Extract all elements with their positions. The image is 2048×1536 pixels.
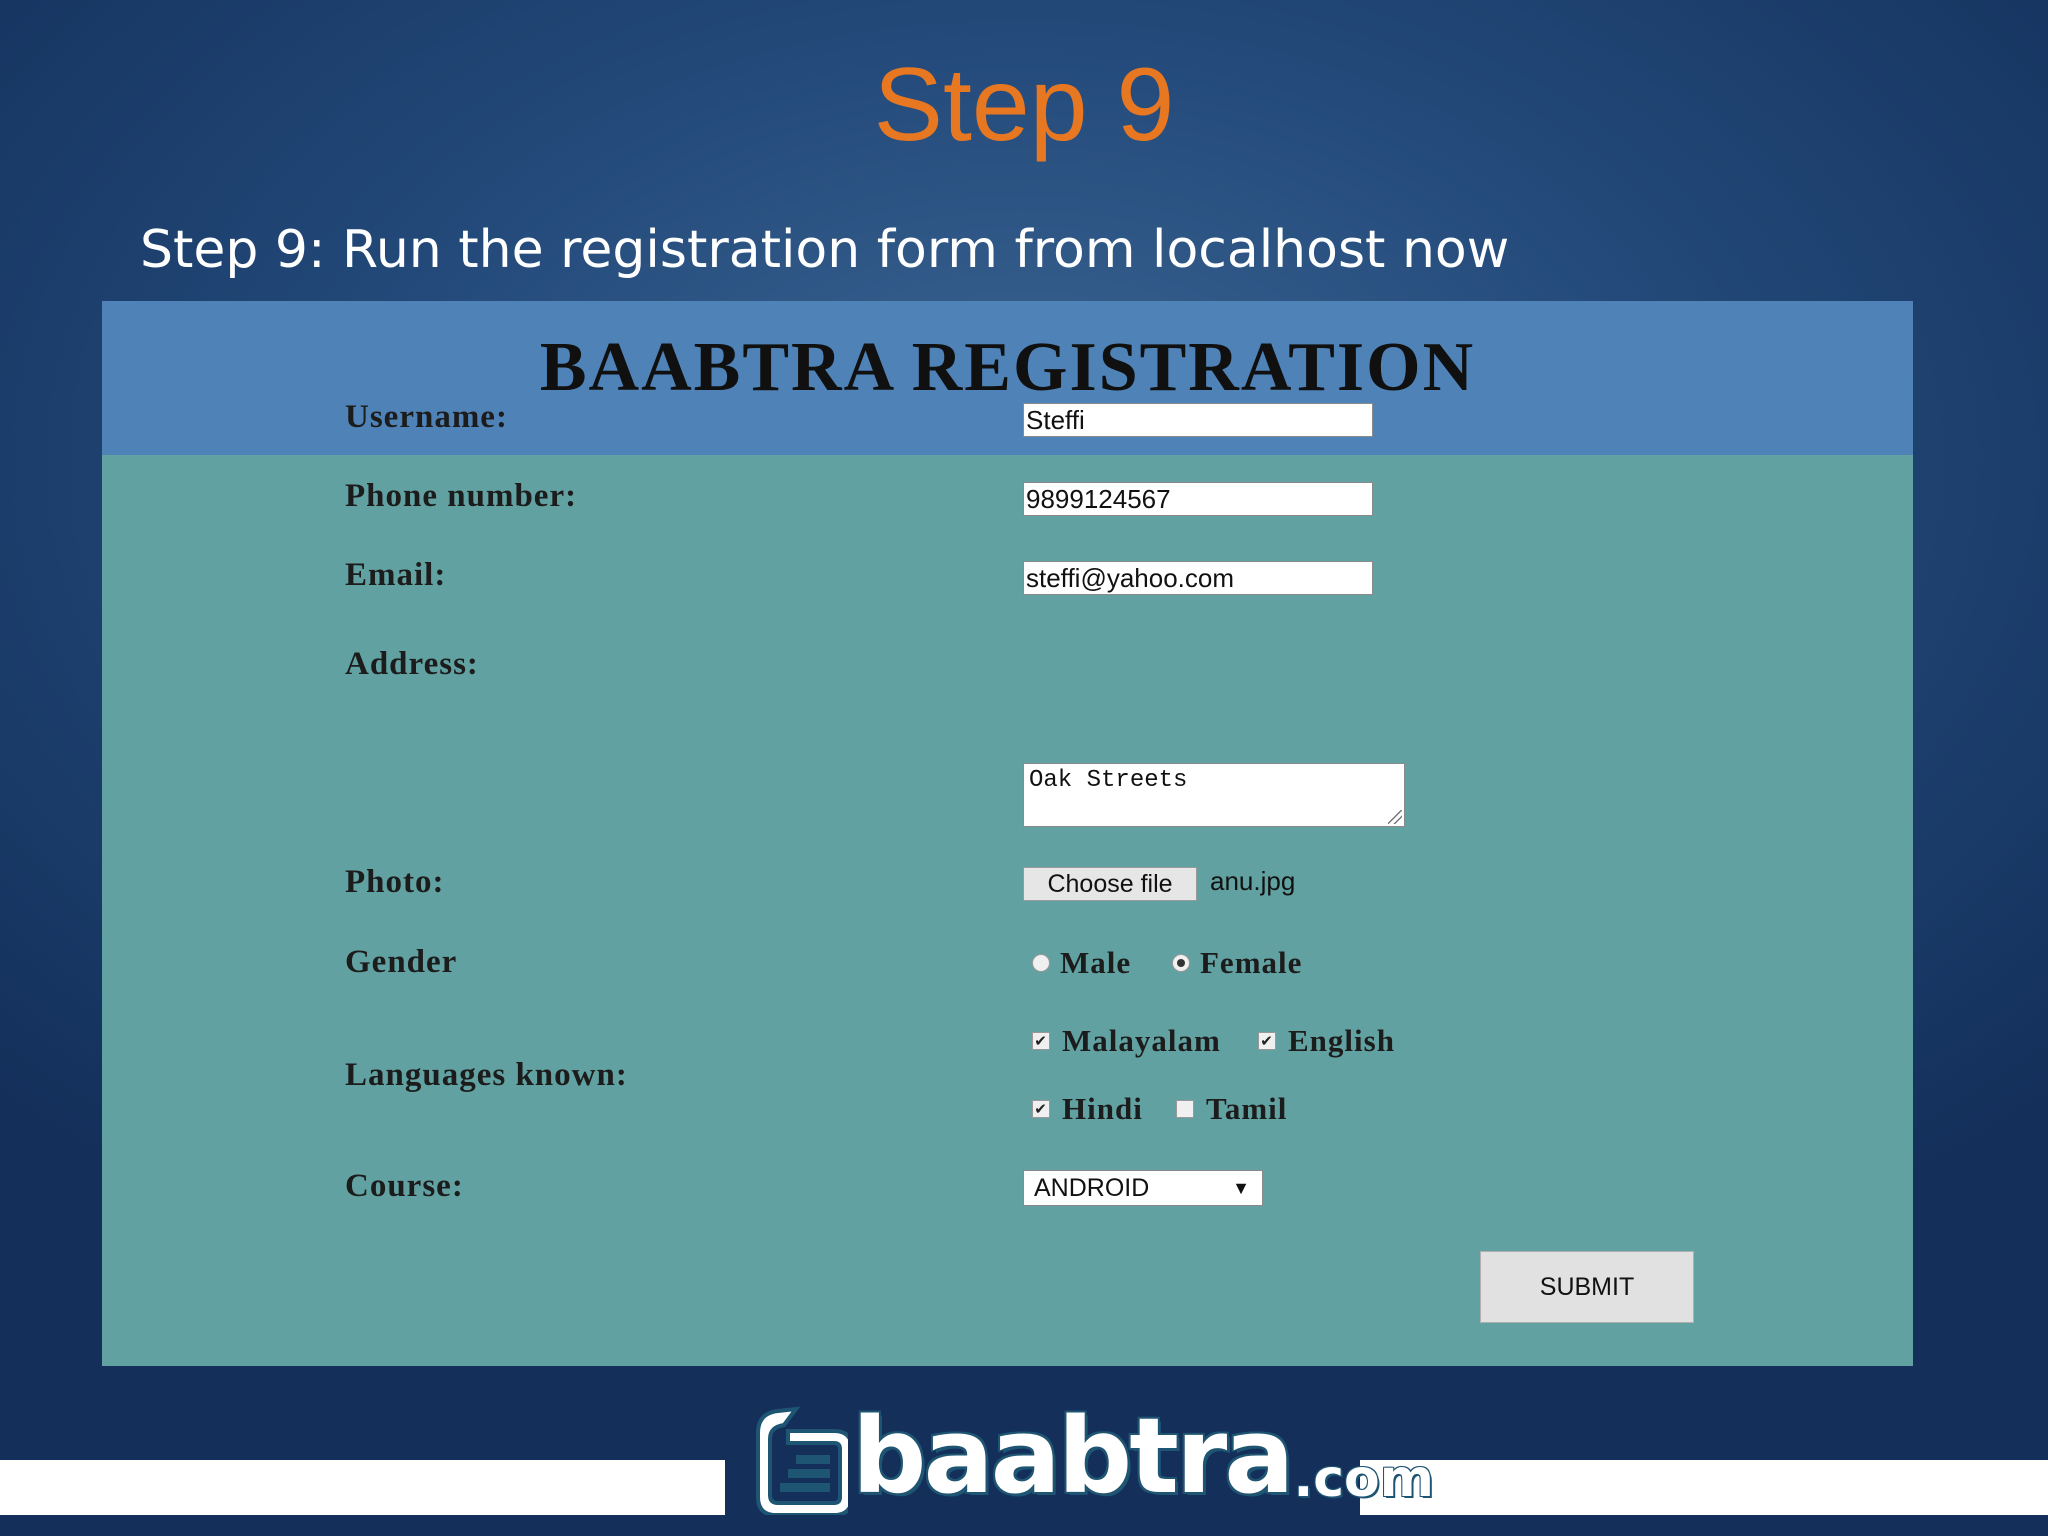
phone-input[interactable]: 9899124567 [1023,482,1373,516]
course-selected-value: ANDROID [1034,1174,1150,1202]
language-tamil-option[interactable]: Tamil [1176,1091,1287,1127]
submit-button[interactable]: SUBMIT [1480,1251,1694,1323]
address-label: Address: [345,646,479,682]
hindi-checkbox[interactable]: ✔ [1032,1100,1050,1118]
footer-band-right [1360,1460,2048,1515]
baabtra-logo: baabtra .com [748,1365,1434,1515]
gender-female-option[interactable]: Female [1172,945,1302,981]
gender-label: Gender [345,944,458,980]
logo-mark-icon [756,1406,848,1515]
email-label: Email: [345,557,447,593]
course-label: Course: [345,1168,464,1204]
tamil-checkbox[interactable] [1176,1100,1194,1118]
course-select[interactable]: ANDROID ▼ [1023,1170,1263,1206]
address-textarea[interactable]: Oak Streets [1023,763,1405,827]
slide-title: Step 9 [873,47,1175,163]
resize-handle[interactable] [1388,810,1402,824]
registration-form: BAABTRA REGISTRATION Username: Steffi Ph… [102,301,1913,1366]
male-radio[interactable] [1032,954,1050,972]
username-label: Username: [345,399,508,435]
language-english-option[interactable]: ✔ English [1258,1023,1395,1059]
logo-suffix: .com [1293,1449,1434,1509]
language-hindi-option[interactable]: ✔ Hindi [1032,1091,1143,1127]
english-label: English [1288,1023,1395,1058]
footer-band-left [0,1460,725,1515]
malayalam-label: Malayalam [1062,1023,1221,1058]
photo-label: Photo: [345,864,445,900]
languages-label: Languages known: [345,1057,628,1093]
phone-label: Phone number: [345,478,578,514]
male-label: Male [1060,945,1132,980]
address-value: Oak Streets [1029,767,1188,794]
dropdown-arrow-icon: ▼ [1232,1178,1250,1198]
female-radio[interactable] [1172,954,1190,972]
hindi-label: Hindi [1062,1091,1143,1126]
file-name: anu.jpg [1210,866,1296,896]
tamil-label: Tamil [1206,1091,1288,1126]
choose-file-button[interactable]: Choose file [1023,867,1197,901]
language-malayalam-option[interactable]: ✔ Malayalam [1032,1023,1221,1059]
female-label: Female [1200,945,1303,980]
logo-text: baabtra [852,1395,1294,1517]
english-checkbox[interactable]: ✔ [1258,1032,1276,1050]
gender-male-option[interactable]: Male [1032,945,1131,981]
slide-subtitle: Step 9: Run the registration form from l… [140,220,1510,280]
malayalam-checkbox[interactable]: ✔ [1032,1032,1050,1050]
email-input[interactable]: steffi@yahoo.com [1023,561,1373,595]
username-input[interactable]: Steffi [1023,403,1373,437]
